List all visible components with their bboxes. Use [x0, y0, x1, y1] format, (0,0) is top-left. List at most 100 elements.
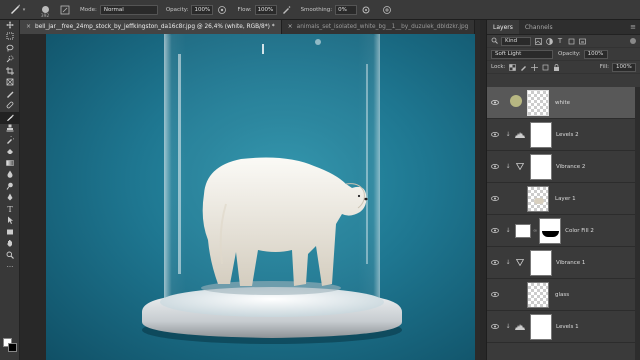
lock-position-icon[interactable] [530, 63, 538, 71]
eraser-tool[interactable] [0, 147, 20, 159]
layer-row-white[interactable]: white [487, 87, 640, 119]
quick-select-tool[interactable] [0, 55, 20, 67]
flow-label: Flow: [237, 6, 252, 13]
type-filter-icon[interactable]: T [556, 37, 564, 45]
layer-row-vibrance-2[interactable]: ↓ Vibrance 2 [487, 151, 640, 183]
clip-arrow-icon: ↓ [505, 259, 511, 266]
layer-row-levels-1[interactable]: ↓ Levels 1 [487, 311, 640, 343]
lock-all-icon[interactable] [552, 63, 560, 71]
blend-mode-select[interactable]: Soft Light [491, 49, 553, 59]
brush-icon [6, 113, 14, 123]
lock-pixels-icon[interactable] [519, 63, 527, 71]
layer-mask-thumbnail [530, 313, 552, 340]
layers-scrollbar[interactable] [635, 87, 640, 360]
rectangle-tool[interactable] [0, 227, 20, 239]
shape-filter-icon[interactable] [567, 37, 575, 45]
fill-input[interactable]: 100% [612, 62, 636, 72]
layer-name: Color Fill 2 [565, 227, 594, 234]
tool-preset-picker[interactable]: ▾ [0, 0, 34, 20]
brush-tool[interactable] [0, 112, 20, 124]
brush-size-picker[interactable]: 392 [34, 0, 56, 20]
crop-tool[interactable] [0, 66, 20, 78]
tab-label: bell_jar__free_24mp_stock_by_jeffkingsto… [35, 24, 275, 30]
layer-row-layer-1[interactable]: Layer 1 [487, 183, 640, 215]
arrow-icon [6, 216, 14, 226]
layer-row-levels-2[interactable]: ↓ Levels 2 [487, 119, 640, 151]
clip-arrow-icon: ↓ [505, 131, 511, 138]
lasso-icon [6, 44, 14, 54]
background-color-swatch[interactable] [8, 343, 17, 352]
visibility-eye-icon[interactable] [487, 196, 503, 201]
zoom-tool[interactable] [0, 250, 20, 262]
move-tool[interactable] [0, 20, 20, 32]
clip-arrow-icon: ↓ [505, 163, 511, 170]
history-brush-tool[interactable] [0, 134, 20, 147]
mode-select[interactable]: Normal [99, 4, 158, 15]
clone-stamp-tool[interactable] [0, 124, 20, 136]
mask-shape [542, 230, 560, 237]
layer-opacity-input[interactable]: 100% [583, 49, 608, 59]
cursor-icon [510, 95, 522, 107]
dodge-icon [6, 182, 14, 192]
visibility-eye-icon[interactable] [487, 100, 503, 105]
layer-name: Vibrance 1 [556, 259, 586, 266]
image-canvas[interactable] [46, 34, 476, 360]
visibility-eye-icon[interactable] [487, 260, 503, 265]
visibility-eye-icon[interactable] [487, 164, 503, 169]
layer-row-glass[interactable]: glass [487, 279, 640, 311]
frame-tool[interactable] [0, 78, 20, 90]
layer-mask-thumbnail [530, 121, 552, 148]
brush-settings-icon[interactable] [59, 4, 71, 16]
path-selection-tool[interactable] [0, 216, 20, 228]
smoothing-options-icon[interactable] [360, 4, 372, 16]
tab-channels[interactable]: Channels [519, 20, 559, 34]
more-tools[interactable]: ··· [0, 262, 20, 274]
type-tool[interactable]: T [0, 204, 20, 216]
flow-input[interactable]: 100% [254, 4, 277, 15]
blur-tool[interactable] [0, 170, 20, 182]
polar-bear-thumb-icon [534, 197, 544, 204]
filter-toggle[interactable] [630, 38, 636, 44]
layer-row-vibrance-1[interactable]: ↓ Vibrance 1 [487, 247, 640, 279]
vibrance-icon [513, 259, 527, 266]
smart-object-filter-icon[interactable] [578, 37, 586, 45]
layer-name: glass [555, 291, 570, 298]
airbrush-icon[interactable] [280, 4, 292, 16]
tab-layers[interactable]: Layers [487, 20, 519, 34]
hand-tool[interactable] [0, 239, 20, 251]
visibility-eye-icon[interactable] [487, 228, 503, 233]
tab-bell-jar[interactable]: × bell_jar__free_24mp_stock_by_jeffkings… [20, 20, 282, 34]
layers-panel: Layers Channels ≡ Kind T Soft Light Opac… [486, 20, 640, 360]
smoothing-input[interactable]: 0% [335, 4, 358, 15]
lock-transparency-icon[interactable] [508, 63, 516, 71]
type-icon: T [7, 204, 13, 214]
lock-artboard-icon[interactable] [541, 63, 549, 71]
gradient-tool[interactable] [0, 158, 20, 170]
pressure-size-icon[interactable] [381, 4, 393, 16]
close-icon[interactable]: × [26, 20, 31, 34]
bell-jar-artwork [142, 34, 402, 344]
chevron-down-icon: ▾ [22, 6, 26, 13]
lasso-tool[interactable] [0, 43, 20, 55]
visibility-eye-icon[interactable] [487, 292, 503, 297]
opacity-input[interactable]: 100% [191, 4, 214, 15]
pen-tool[interactable] [0, 193, 20, 205]
visibility-eye-icon[interactable] [487, 132, 503, 137]
canvas-scrollbar[interactable] [475, 34, 480, 360]
layer-row-color-fill-2[interactable]: ↓ ∞ Color Fill 2 [487, 215, 640, 247]
visibility-eye-icon[interactable] [487, 324, 503, 329]
filter-kind-select[interactable]: Kind [501, 36, 531, 46]
clip-arrow-icon: ↓ [505, 227, 511, 234]
adjustment-filter-icon[interactable] [545, 37, 553, 45]
healing-brush-tool[interactable] [0, 101, 20, 113]
eyedropper-tool[interactable] [0, 89, 20, 101]
panel-menu-icon[interactable]: ≡ [630, 20, 640, 34]
marquee-tool[interactable] [0, 32, 20, 44]
pressure-opacity-icon[interactable] [216, 4, 228, 16]
dodge-tool[interactable] [0, 181, 20, 193]
close-icon[interactable]: × [288, 20, 293, 34]
image-filter-icon[interactable] [534, 37, 542, 45]
tab-animals-set[interactable]: × animals_set_isolated_white_bg__1__by_d… [281, 20, 476, 34]
rectangle-icon [6, 228, 14, 238]
layer-name: Levels 2 [556, 131, 579, 138]
